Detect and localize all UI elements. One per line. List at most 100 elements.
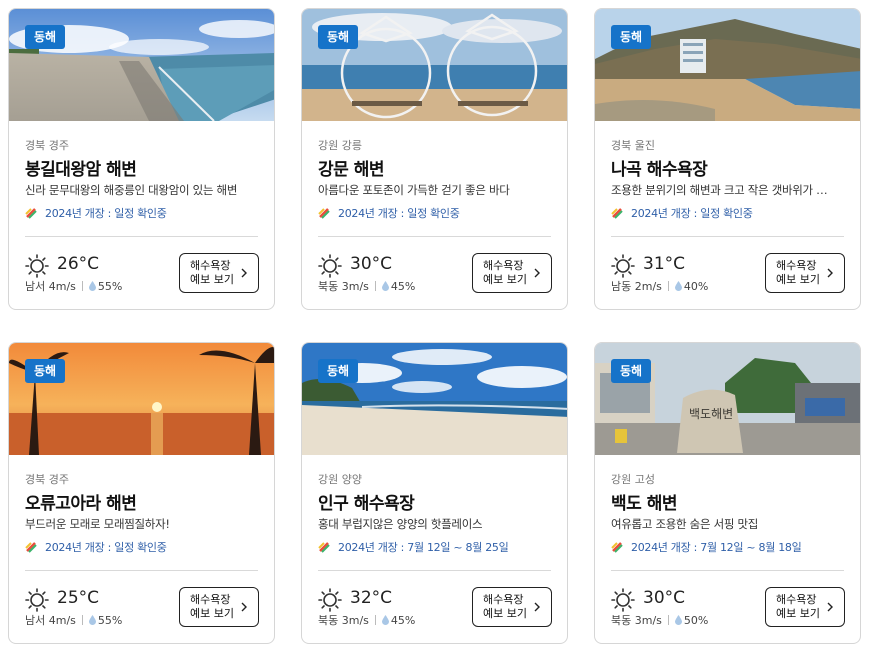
- forecast-button[interactable]: 해수욕장 예보 보기: [765, 587, 845, 627]
- forecast-button-label: 해수욕장 예보 보기: [776, 593, 820, 620]
- beach-card[interactable]: 동해 경북 경주 오류고아라 해변 부드러운 모래로 모래찜질하자! 2024년…: [8, 342, 275, 644]
- forecast-button-label: 해수욕장 예보 보기: [190, 259, 234, 286]
- opening-schedule: 2024년 개장 : 일정 확인중: [25, 205, 167, 221]
- beach-description: 부드러운 모래로 모래찜질하자!: [25, 517, 170, 531]
- beach-description: 아름다운 포토존이 가득한 걷기 좋은 바다: [318, 183, 510, 197]
- beach-card[interactable]: 동해 경북 울진 나곡 해수욕장 조용한 분위기의 해변과 크고 작은 갯바위가…: [594, 8, 861, 310]
- chevron-right-icon: [241, 268, 247, 278]
- humidity-value: 45%: [390, 279, 416, 293]
- opening-schedule: 2024년 개장 : 7월 12일 ~ 8월 25일: [318, 539, 509, 555]
- divider: [611, 236, 844, 237]
- forecast-button[interactable]: 해수욕장 예보 보기: [179, 253, 259, 293]
- beach-name[interactable]: 백도 해변: [611, 489, 677, 514]
- region-label: 경북 경주: [25, 139, 69, 152]
- separator: [374, 615, 376, 625]
- opening-text: 2024년 개장 : 7월 12일 ~ 8월 18일: [631, 541, 802, 554]
- wind-humidity: 남서 4m/s 55%: [25, 278, 122, 294]
- water-drop-icon: [674, 615, 682, 625]
- temperature: 30°C: [643, 588, 686, 608]
- region-label: 경북 경주: [25, 473, 69, 486]
- calendar-icon: [318, 208, 330, 219]
- forecast-button[interactable]: 해수욕장 예보 보기: [179, 587, 259, 627]
- beach-card[interactable]: 동해 강원 양양 인구 해수욕장 홍대 부럽지않은 양양의 핫플레이스 2024…: [301, 342, 568, 644]
- divider: [611, 570, 844, 571]
- region-label: 경북 울진: [611, 139, 655, 152]
- calendar-icon: [611, 542, 623, 553]
- water-drop-icon: [381, 615, 389, 625]
- region-badge: 동해: [611, 25, 652, 49]
- region-label: 강원 고성: [611, 473, 655, 486]
- beach-name[interactable]: 봉길대왕암 해변: [25, 155, 137, 180]
- humidity-value: 55%: [97, 279, 123, 293]
- wind-value: 북동 3m/s: [318, 280, 369, 293]
- region-badge: 동해: [25, 25, 66, 49]
- region-label: 강원 강릉: [318, 139, 362, 152]
- wind-value: 남동 2m/s: [611, 280, 662, 293]
- calendar-icon: [318, 542, 330, 553]
- wind-value: 남서 4m/s: [25, 280, 76, 293]
- water-drop-icon: [88, 615, 96, 625]
- wind-humidity: 남동 2m/s 40%: [611, 278, 708, 294]
- wind-value: 남서 4m/s: [25, 614, 76, 627]
- stone-sign-text: 백도해변: [689, 407, 733, 421]
- forecast-button-label: 해수욕장 예보 보기: [190, 593, 234, 620]
- sun-icon: [611, 588, 635, 612]
- sun-icon: [25, 254, 49, 278]
- beach-description: 홍대 부럽지않은 양양의 핫플레이스: [318, 517, 483, 531]
- opening-text: 2024년 개장 : 일정 확인중: [338, 207, 460, 220]
- temperature: 32°C: [350, 588, 393, 608]
- divider: [25, 236, 258, 237]
- region-badge: 동해: [318, 359, 359, 383]
- divider: [25, 570, 258, 571]
- temperature: 26°C: [57, 254, 100, 274]
- beach-description: 여유롭고 조용한 숨은 서핑 맛집: [611, 517, 759, 531]
- opening-schedule: 2024년 개장 : 일정 확인중: [25, 539, 167, 555]
- calendar-icon: [25, 542, 37, 553]
- calendar-icon: [25, 208, 37, 219]
- water-drop-icon: [381, 281, 389, 291]
- forecast-button-label: 해수욕장 예보 보기: [483, 593, 527, 620]
- chevron-right-icon: [534, 602, 540, 612]
- wind-humidity: 북동 3m/s 45%: [318, 278, 415, 294]
- chevron-right-icon: [534, 268, 540, 278]
- beach-name[interactable]: 오류고아라 해변: [25, 489, 137, 514]
- separator: [81, 281, 83, 291]
- chevron-right-icon: [241, 602, 247, 612]
- beach-card[interactable]: 동해 경북 경주 봉길대왕암 해변 신라 문무대왕의 해중릉인 대왕암이 있는 …: [8, 8, 275, 310]
- beach-description: 신라 문무대왕의 해중릉인 대왕암이 있는 해변: [25, 183, 238, 197]
- opening-text: 2024년 개장 : 일정 확인중: [45, 207, 167, 220]
- forecast-button-label: 해수욕장 예보 보기: [776, 259, 820, 286]
- opening-text: 2024년 개장 : 일정 확인중: [631, 207, 753, 220]
- water-drop-icon: [88, 281, 96, 291]
- humidity-value: 45%: [390, 613, 416, 627]
- opening-schedule: 2024년 개장 : 일정 확인중: [318, 205, 460, 221]
- wind-value: 북동 3m/s: [611, 614, 662, 627]
- divider: [318, 236, 551, 237]
- humidity-value: 40%: [683, 279, 709, 293]
- beach-name[interactable]: 나곡 해수욕장: [611, 155, 708, 180]
- sun-icon: [318, 254, 342, 278]
- sun-icon: [318, 588, 342, 612]
- beach-card-grid: 동해 경북 경주 봉길대왕암 해변 신라 문무대왕의 해중릉인 대왕암이 있는 …: [0, 0, 869, 652]
- opening-schedule: 2024년 개장 : 7월 12일 ~ 8월 18일: [611, 539, 802, 555]
- forecast-button[interactable]: 해수욕장 예보 보기: [472, 253, 552, 293]
- sun-icon: [25, 588, 49, 612]
- wind-humidity: 북동 3m/s 50%: [611, 612, 708, 628]
- beach-name[interactable]: 강문 해변: [318, 155, 384, 180]
- wind-humidity: 북동 3m/s 45%: [318, 612, 415, 628]
- separator: [667, 281, 669, 291]
- forecast-button[interactable]: 해수욕장 예보 보기: [765, 253, 845, 293]
- chevron-right-icon: [827, 268, 833, 278]
- beach-description: 조용한 분위기의 해변과 크고 작은 갯바위가 …: [611, 183, 828, 197]
- opening-text: 2024년 개장 : 일정 확인중: [45, 541, 167, 554]
- beach-name[interactable]: 인구 해수욕장: [318, 489, 415, 514]
- sun-icon: [611, 254, 635, 278]
- wind-value: 북동 3m/s: [318, 614, 369, 627]
- forecast-button[interactable]: 해수욕장 예보 보기: [472, 587, 552, 627]
- beach-card[interactable]: 동해 강원 강릉 강문 해변 아름다운 포토존이 가득한 걷기 좋은 바다 20…: [301, 8, 568, 310]
- beach-card[interactable]: 백도해변 동해 강원 고성 백도 해변 여유롭고 조용한 숨은 서핑 맛집 20…: [594, 342, 861, 644]
- forecast-button-label: 해수욕장 예보 보기: [483, 259, 527, 286]
- separator: [667, 615, 669, 625]
- divider: [318, 570, 551, 571]
- separator: [374, 281, 376, 291]
